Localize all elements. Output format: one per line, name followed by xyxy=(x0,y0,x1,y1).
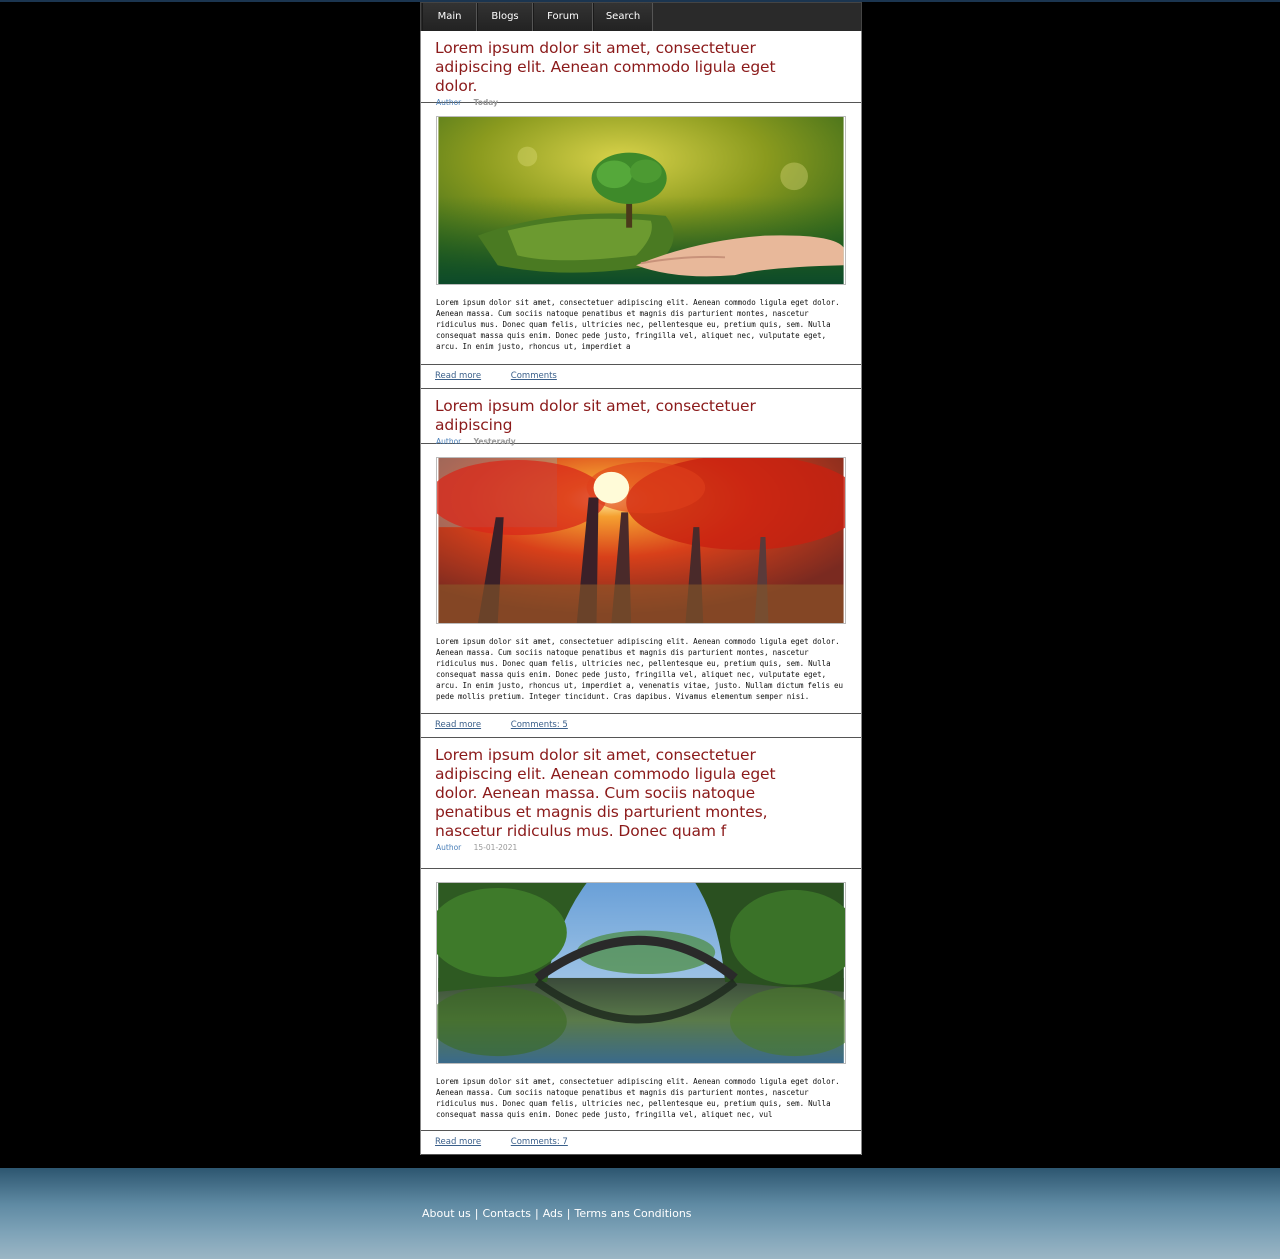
post-body: Lorem ipsum dolor sit amet, consectetuer… xyxy=(421,103,861,364)
post-date: Today xyxy=(473,98,499,107)
post-footer: Read more Comments: 5 xyxy=(421,713,861,738)
post-date: Yesterady xyxy=(473,437,516,446)
read-more-link[interactable]: Read more xyxy=(435,1137,481,1147)
nav-item-forum[interactable]: Forum xyxy=(533,3,593,31)
post-excerpt: Lorem ipsum dolor sit amet, consectetuer… xyxy=(436,1077,840,1119)
comments-link[interactable]: Comments: 7 xyxy=(511,1137,568,1147)
post-header: Lorem ipsum dolor sit amet, consectetuer… xyxy=(421,738,861,869)
read-more-link[interactable]: Read more xyxy=(435,371,481,381)
post-list: Lorem ipsum dolor sit amet, consectetuer… xyxy=(420,31,862,1155)
post-title[interactable]: Lorem ipsum dolor sit amet, consectetuer… xyxy=(435,39,815,96)
footer-link-contacts[interactable]: Contacts xyxy=(482,1207,531,1220)
comments-link[interactable]: Comments: 5 xyxy=(511,720,568,730)
footer-link-terms[interactable]: Terms ans Conditions xyxy=(574,1207,691,1220)
stone-bridge-lake-image xyxy=(436,882,846,1064)
post-excerpt: Lorem ipsum dolor sit amet, consectetuer… xyxy=(436,637,844,701)
post-author[interactable]: Author xyxy=(436,98,461,107)
footer-link-about[interactable]: About us xyxy=(422,1207,471,1220)
footer-separator: | xyxy=(474,1207,479,1220)
page-container: Main Blogs Forum Search Lorem ipsum dolo… xyxy=(420,2,862,1155)
tree-in-hands-image xyxy=(436,116,846,285)
post-header: Lorem ipsum dolor sit amet, consectetuer… xyxy=(421,389,861,446)
read-more-link[interactable]: Read more xyxy=(435,720,481,730)
post-body: Lorem ipsum dolor sit amet, consectetuer… xyxy=(421,444,861,713)
site-footer: About us | Contacts | Ads | Terms ans Conditio… xyxy=(0,1168,1280,1259)
nav-item-main[interactable]: Main xyxy=(422,3,477,31)
post-author[interactable]: Author xyxy=(436,437,461,446)
post-title[interactable]: Lorem ipsum dolor sit amet, consectetuer… xyxy=(435,746,815,841)
post: Lorem ipsum dolor sit amet, consectetuer… xyxy=(421,31,861,389)
post: Lorem ipsum dolor sit amet, consectetuer… xyxy=(421,389,861,738)
main-nav: Main Blogs Forum Search xyxy=(420,2,862,31)
post-meta: Author 15-01-2021 xyxy=(435,841,847,860)
post-excerpt: Lorem ipsum dolor sit amet, consectetuer… xyxy=(436,298,840,351)
post-body: Lorem ipsum dolor sit amet, consectetuer… xyxy=(421,869,861,1130)
autumn-forest-image xyxy=(436,457,846,624)
post-footer: Read more Comments: 7 xyxy=(421,1130,861,1155)
post-author[interactable]: Author xyxy=(436,843,461,852)
footer-link-ads[interactable]: Ads xyxy=(543,1207,563,1220)
footer-separator: | xyxy=(566,1207,571,1220)
post-title[interactable]: Lorem ipsum dolor sit amet, consectetuer… xyxy=(435,397,815,435)
nav-item-search[interactable]: Search xyxy=(593,3,653,31)
post-footer: Read more Comments xyxy=(421,364,861,389)
post: Lorem ipsum dolor sit amet, consectetuer… xyxy=(421,738,861,1155)
comments-link[interactable]: Comments xyxy=(511,371,557,381)
footer-separator: | xyxy=(534,1207,539,1220)
post-header: Lorem ipsum dolor sit amet, consectetuer… xyxy=(421,31,861,107)
footer-links: About us | Contacts | Ads | Terms ans Conditio… xyxy=(422,1207,692,1220)
post-date: 15-01-2021 xyxy=(473,843,518,852)
nav-item-blogs[interactable]: Blogs xyxy=(477,3,533,31)
